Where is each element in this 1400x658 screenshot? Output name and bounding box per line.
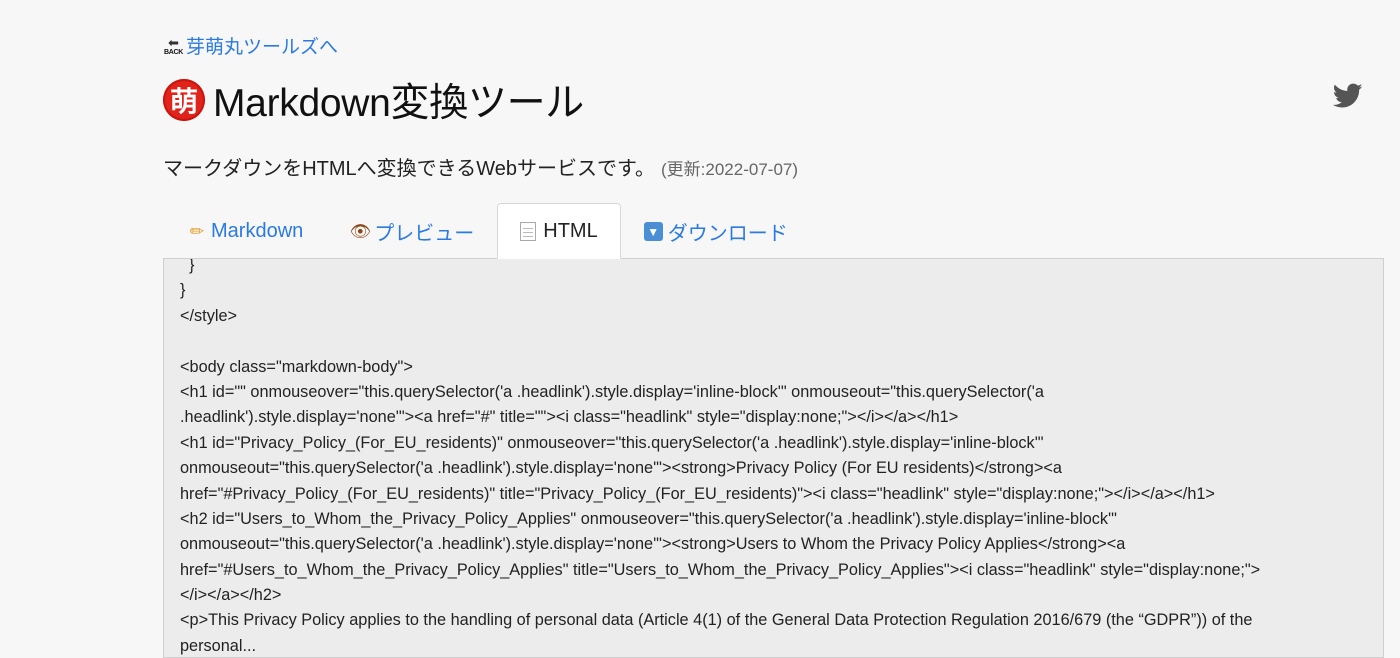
back-link-label: 芽萌丸ツールズへ bbox=[186, 37, 339, 58]
eye-icon: 👁 bbox=[349, 221, 372, 241]
html-output-box[interactable]: }} </style> <body class="markdown-body"> <h… bbox=[163, 258, 1384, 658]
code-line: .headlink').style.display='none'"><a hre… bbox=[180, 408, 959, 427]
twitter-icon[interactable] bbox=[1333, 83, 1363, 109]
page-title: Markdown変換ツール bbox=[213, 82, 584, 125]
code-line: </i></a></h2> bbox=[180, 586, 282, 605]
updated-date: (更新:2022-07-07) bbox=[661, 160, 799, 179]
tab-preview-label: プレビュー bbox=[374, 223, 475, 245]
download-icon: ▼ bbox=[643, 222, 663, 241]
back-to-tools-link[interactable]: ⬅ BACK 芽萌丸ツールズへ bbox=[163, 32, 338, 59]
page-container: ⬅ BACK 芽萌丸ツールズへ 萌 Markdown変換ツール マークダウンをH… bbox=[163, 0, 1400, 658]
moe-logo: 萌 bbox=[163, 79, 205, 121]
code-line: <p>This Privacy Policy applies to the ha… bbox=[180, 611, 1253, 630]
code-line: href="#Users_to_Whom_the_Privacy_Policy_… bbox=[180, 560, 1261, 579]
tab-preview[interactable]: 👁 プレビュー bbox=[326, 203, 497, 259]
tab-html[interactable]: HTML bbox=[497, 203, 621, 259]
description-text: マークダウンをHTMLへ変換できるWebサービスです。 bbox=[163, 158, 656, 180]
tab-bar: ✏ Markdown 👁 プレビュー HTML ▼ ダウンロード bbox=[163, 203, 811, 259]
code-line: <body class="markdown-body"> bbox=[180, 357, 413, 376]
code-line: onmouseout="this.querySelector('a .headl… bbox=[180, 459, 1062, 478]
code-line: <h1 id="" onmouseover="this.querySelecto… bbox=[180, 382, 1044, 401]
code-line: onmouseout="this.querySelector('a .headl… bbox=[180, 535, 1126, 554]
tab-markdown[interactable]: ✏ Markdown bbox=[163, 203, 326, 259]
code-line: <h2 id="Users_to_Whom_the_Privacy_Policy… bbox=[180, 509, 1117, 528]
notepad-icon bbox=[520, 221, 537, 241]
code-line: } bbox=[180, 281, 186, 300]
tab-html-label: HTML bbox=[543, 219, 598, 242]
back-arrow-icon: ⬅ BACK bbox=[163, 35, 184, 56]
tab-download[interactable]: ▼ ダウンロード bbox=[621, 203, 811, 259]
code-line: </style> bbox=[180, 306, 238, 325]
code-line: href="#Privacy_Policy_(For_EU_residents)… bbox=[180, 484, 1215, 503]
code-line: } bbox=[180, 258, 195, 274]
page-description: マークダウンをHTMLへ変換できるWebサービスです。 (更新:2022-07-0… bbox=[163, 152, 798, 181]
page-header: 萌 Markdown変換ツール bbox=[163, 72, 584, 128]
code-line: <h1 id="Privacy_Policy_(For_EU_residents… bbox=[180, 433, 1044, 452]
pencil-icon: ✏ bbox=[189, 221, 205, 241]
code-line: personal... bbox=[180, 636, 257, 655]
tab-markdown-label: Markdown bbox=[211, 220, 304, 242]
html-code: }} </style> <body class="markdown-body"> <h… bbox=[180, 258, 1363, 657]
tab-download-label: ダウンロード bbox=[667, 223, 788, 245]
